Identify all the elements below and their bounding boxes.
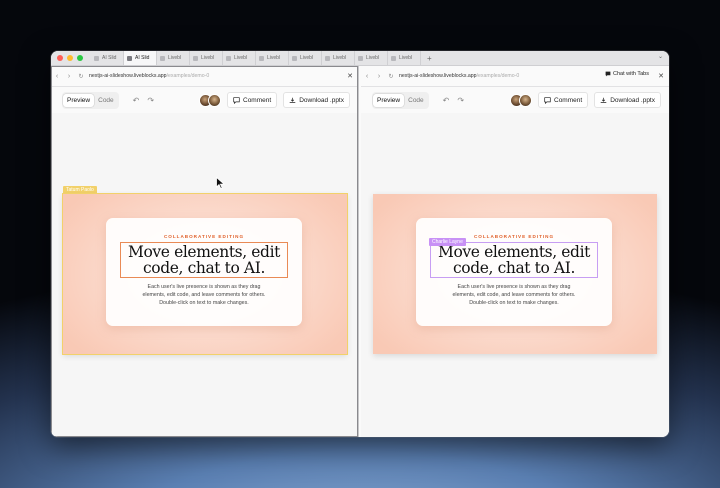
slide-stage: COLLABORATIVE EDITING Move elements, edi… — [361, 114, 669, 437]
avatar — [519, 93, 532, 107]
new-tab-button[interactable]: + — [427, 54, 432, 63]
comment-button[interactable]: Comment — [538, 92, 589, 108]
browser-tab[interactable]: Livebl — [190, 51, 223, 65]
browser-tab[interactable]: Livebl — [322, 51, 355, 65]
redo-icon[interactable]: ↷ — [457, 96, 464, 105]
browser-tab-active[interactable]: AI Slid — [124, 51, 157, 65]
zoom-window-button[interactable] — [77, 55, 83, 61]
favicon-icon — [160, 55, 165, 61]
slide-card[interactable]: COLLABORATIVE EDITING Move elements, edi… — [416, 218, 612, 326]
avatar — [208, 93, 221, 107]
undo-icon[interactable]: ↶ — [443, 96, 450, 105]
left-pane: ‹ › ↻ nextjs-ai-slideshow.liveblocks.app… — [51, 66, 359, 437]
close-pane-icon[interactable]: ✕ — [658, 72, 664, 80]
slide[interactable]: COLLABORATIVE EDITING Move elements, edi… — [62, 193, 348, 355]
comment-icon — [544, 96, 551, 104]
undo-icon[interactable]: ↶ — [133, 96, 140, 105]
slide-eyebrow[interactable]: COLLABORATIVE EDITING — [106, 234, 302, 239]
forward-icon[interactable]: › — [373, 73, 385, 80]
slide[interactable]: COLLABORATIVE EDITING Move elements, edi… — [373, 194, 657, 354]
view-toggle: Preview Code — [62, 91, 119, 109]
download-button[interactable]: Download .pptx — [283, 92, 350, 108]
minimize-window-button[interactable] — [67, 55, 73, 61]
reload-icon[interactable]: ↻ — [385, 73, 397, 80]
preview-tab[interactable]: Preview — [373, 93, 405, 107]
browser-tab[interactable]: Livebl — [157, 51, 190, 65]
browser-tab[interactable]: Livebl — [289, 51, 322, 65]
favicon-icon — [259, 55, 264, 61]
favicon-icon — [292, 55, 297, 61]
editor-toolbar: Preview Code ↶ ↷ Comment Download .pptx — [51, 87, 358, 113]
tab-bar: AI Slid AI Slid Livebl Livebl Livebl Liv… — [51, 51, 669, 66]
back-icon[interactable]: ‹ — [361, 73, 373, 80]
url-field[interactable]: nextjs-ai-slideshow.liveblocks.app/examp… — [397, 73, 519, 79]
browser-tab[interactable]: Livebl — [388, 51, 421, 65]
favicon-icon — [226, 55, 231, 61]
slide-stage: Tatum Paolo COLLABORATIVE EDITING Move e… — [51, 114, 358, 437]
right-pane: ‹ › ↻ nextjs-ai-slideshow.liveblocks.app… — [361, 66, 669, 437]
back-icon[interactable]: ‹ — [51, 73, 63, 80]
browser-tab[interactable]: AI Slid — [91, 51, 124, 65]
favicon-icon — [127, 55, 132, 61]
favicon-icon — [391, 55, 396, 61]
tab-overview-chevron-icon[interactable]: ⌄ — [658, 53, 663, 60]
code-tab[interactable]: Code — [404, 94, 428, 107]
comment-button[interactable]: Comment — [227, 92, 278, 108]
code-tab[interactable]: Code — [94, 94, 118, 107]
preview-tab[interactable]: Preview — [63, 93, 95, 107]
view-toggle: Preview Code — [372, 91, 429, 109]
favicon-icon — [358, 55, 363, 61]
address-bar: ‹ › ↻ nextjs-ai-slideshow.liveblocks.app… — [51, 66, 358, 87]
presence-avatars — [510, 93, 532, 107]
browser-tab[interactable]: Livebl — [355, 51, 388, 65]
close-window-button[interactable] — [57, 55, 63, 61]
favicon-icon — [193, 55, 198, 61]
url-field[interactable]: nextjs-ai-slideshow.liveblocks.app/examp… — [87, 73, 209, 79]
mouse-pointer-icon — [216, 177, 225, 189]
forward-icon[interactable]: › — [63, 73, 75, 80]
chat-with-tabs-button[interactable]: Chat with Tabs — [605, 71, 649, 77]
slide-card[interactable]: COLLABORATIVE EDITING Move elements, edi… — [106, 218, 302, 326]
redo-icon[interactable]: ↷ — [147, 96, 154, 105]
traffic-lights — [57, 55, 83, 61]
address-bar: ‹ › ↻ nextjs-ai-slideshow.liveblocks.app… — [361, 66, 669, 87]
reload-icon[interactable]: ↻ — [75, 73, 87, 80]
browser-tab[interactable]: Livebl — [256, 51, 289, 65]
slide-body-text[interactable]: Each user's live presence is shown as th… — [439, 284, 589, 307]
collaborator-cursor-label: Tatum Paolo — [63, 186, 97, 194]
close-pane-icon[interactable]: ✕ — [347, 72, 353, 80]
collaborator-cursor-label: Charlie Layne — [429, 238, 466, 246]
download-icon — [600, 97, 607, 103]
slide-headline[interactable]: Move elements, edit code, chat to AI. — [430, 242, 598, 278]
browser-tab[interactable]: Livebl — [223, 51, 256, 65]
chat-bubble-icon — [605, 71, 611, 77]
favicon-icon — [325, 55, 330, 61]
presence-avatars — [199, 93, 221, 107]
browser-window: AI Slid AI Slid Livebl Livebl Livebl Liv… — [51, 51, 669, 437]
editor-toolbar: Preview Code ↶ ↷ Comment Download .pptx — [361, 87, 669, 113]
download-icon — [289, 97, 296, 103]
slide-body-text[interactable]: Each user's live presence is shown as th… — [129, 284, 279, 307]
slide-headline[interactable]: Move elements, edit code, chat to AI. — [120, 242, 288, 278]
download-button[interactable]: Download .pptx — [594, 92, 661, 108]
comment-icon — [233, 96, 240, 104]
favicon-icon — [94, 55, 99, 61]
